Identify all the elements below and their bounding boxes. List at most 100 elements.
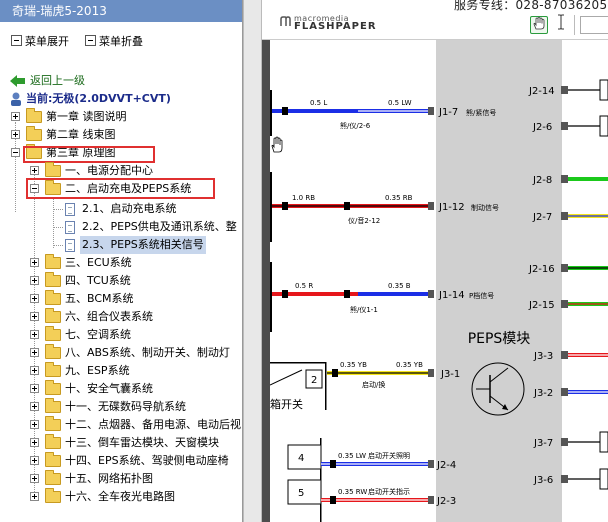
pin-label: J2-4 (436, 460, 456, 471)
macromedia-logo-icon (280, 16, 291, 26)
expand-toggle[interactable] (30, 276, 39, 285)
svg-text:J3-2: J3-2 (533, 388, 553, 399)
tree-item-section8[interactable]: 八、ABS系统、制动开关、制动灯 (0, 344, 242, 362)
zoom-field[interactable] (580, 16, 608, 34)
window-title: 奇瑞-瑞虎5-2013 (0, 0, 242, 22)
expand-toggle[interactable] (11, 112, 20, 121)
wire-label-left: 0.5 L (310, 99, 327, 107)
navigation-panel: 奇瑞-瑞虎5-2013 菜单展开 菜单折叠 返回上一级 当前:无极(2.0DVV… (0, 0, 243, 522)
back-arrow-icon (10, 75, 25, 87)
expand-toggle[interactable] (30, 438, 39, 447)
tree-item-section10[interactable]: 十、安全气囊系统 (0, 380, 240, 398)
wire-j2-3: 5 0.35 RW 启动开关指示 J2-3 (287, 479, 456, 507)
folder-icon (45, 416, 61, 431)
folder-icon (45, 162, 61, 177)
expand-icon (11, 35, 22, 46)
expand-toggle[interactable] (30, 258, 39, 267)
tree-toolbar: 菜单展开 菜单折叠 (0, 31, 242, 53)
folder-icon (45, 452, 61, 467)
page-edge (262, 40, 270, 522)
collapse-menu-button[interactable]: 菜单折叠 (85, 31, 143, 53)
text-select-icon (558, 14, 564, 30)
expand-toggle[interactable] (30, 456, 39, 465)
expand-toggle[interactable] (11, 130, 20, 139)
svg-text:J3-7: J3-7 (533, 438, 553, 449)
signal-label: P档信号 (469, 291, 494, 300)
tree-item-section4[interactable]: 四、TCU系统 (0, 272, 240, 290)
expand-toggle[interactable] (30, 420, 39, 429)
right-pin-j2-15: J2-15 (528, 300, 608, 311)
current-model: 当前:无极(2.0DVVT+CVT) (10, 90, 240, 108)
pin-label: J1-12 (438, 202, 465, 213)
wire-j3-1: 2 0.35 YB 0.35 YB 启动/换 J3-1 箱开关 (270, 361, 460, 411)
text-select-button[interactable] (557, 14, 565, 34)
tree-item-section16[interactable]: 十六、全车夜光电路图 (0, 488, 240, 506)
folder-icon (45, 272, 61, 287)
expand-toggle[interactable] (30, 312, 39, 321)
wire-label-right: 0.5 LW (388, 99, 412, 107)
tree-item-chapter1[interactable]: 第一章 读图说明 (0, 108, 240, 126)
tree-item-section15[interactable]: 十五、网络拓扑图 (0, 470, 240, 488)
tree-item-2-2[interactable]: 2.2、PEPS供电及通讯系统、整 (0, 218, 242, 236)
folder-icon (45, 488, 61, 503)
tree-item-section12[interactable]: 十二、点烟器、备用电源、电动后视 (0, 416, 242, 434)
svg-text:J3-6: J3-6 (533, 475, 553, 486)
right-pin-j3-2: J3-2 (533, 388, 608, 399)
folder-icon (45, 254, 61, 269)
module-label: PEPS模块 (468, 331, 531, 347)
highlight-box (23, 146, 155, 163)
collapse-toggle[interactable] (11, 148, 20, 157)
right-pin-j2-8: J2-8 (532, 175, 608, 186)
expand-toggle[interactable] (30, 492, 39, 501)
wire-label-left: 0.35 RW (338, 488, 367, 496)
folder-icon (45, 290, 61, 305)
tree-item-section5[interactable]: 五、BCM系统 (0, 290, 240, 308)
pin-label: J2-3 (436, 496, 456, 507)
pin-label: J1-14 (438, 290, 465, 301)
expand-toggle[interactable] (30, 474, 39, 483)
pin-label: J3-1 (440, 369, 460, 380)
flashpaper-logo: macromedia FLASHPAPER (278, 14, 377, 32)
tree-item-section11[interactable]: 十一、无碟数码导航系统 (0, 398, 240, 416)
wire-location: 启动/换 (362, 380, 385, 389)
tree-item-section7[interactable]: 七、空调系统 (0, 326, 240, 344)
pin-label: J1-7 (438, 107, 458, 118)
expand-toggle[interactable] (30, 384, 39, 393)
tree-item-chapter2[interactable]: 第二章 线束图 (0, 126, 240, 144)
expand-toggle[interactable] (30, 366, 39, 375)
expand-toggle[interactable] (30, 348, 39, 357)
svg-text:J3-3: J3-3 (533, 351, 553, 362)
wire-location: 熊/仪1-1 (350, 305, 378, 314)
toolbar-divider (574, 15, 575, 35)
folder-icon (45, 362, 61, 377)
folder-icon (45, 434, 61, 449)
hand-cursor-icon (271, 136, 283, 153)
expand-toggle[interactable] (30, 294, 39, 303)
folder-icon (26, 126, 42, 141)
tree-item-section14[interactable]: 十四、EPS系统、驾驶侧电动座椅 (0, 452, 240, 470)
signal-label: 制动信号 (471, 203, 499, 212)
expand-menu-button[interactable]: 菜单展开 (11, 31, 69, 53)
folder-icon (26, 108, 42, 123)
panel-splitter[interactable] (243, 0, 262, 522)
svg-text:J2-16: J2-16 (528, 264, 555, 275)
connector-number: 2 (311, 375, 317, 386)
wire-label-left: 0.5 R (295, 282, 313, 290)
expand-toggle[interactable] (30, 166, 39, 175)
expand-toggle[interactable] (30, 402, 39, 411)
connector-number: 4 (298, 453, 304, 464)
tree-item-section13[interactable]: 十三、倒车雷达模块、天窗模块 (0, 434, 240, 452)
tree-item-section3[interactable]: 三、ECU系统 (0, 254, 240, 272)
svg-text:J2-14: J2-14 (528, 86, 555, 97)
signal-label: 启动开关指示 (368, 487, 410, 496)
hand-tool-button[interactable] (530, 16, 548, 34)
back-link[interactable]: 返回上一级 (10, 72, 240, 90)
tree-item-2-1[interactable]: 2.1、启动充电系统 (0, 200, 240, 218)
wire-label-left: 0.35 LW (338, 452, 366, 460)
folder-icon (45, 398, 61, 413)
tree-item-section6[interactable]: 六、组合仪表系统 (0, 308, 240, 326)
wiring-diagram: PEPS模块 0.5 L 0.5 LW 熊/仪/2-6 J1-7 熊/紧信号 1… (270, 40, 608, 522)
tree-item-section9[interactable]: 九、ESP系统 (0, 362, 240, 380)
expand-toggle[interactable] (30, 330, 39, 339)
tree-item-2-3[interactable]: 2.3、PEPS系统相关信号 (0, 236, 240, 254)
